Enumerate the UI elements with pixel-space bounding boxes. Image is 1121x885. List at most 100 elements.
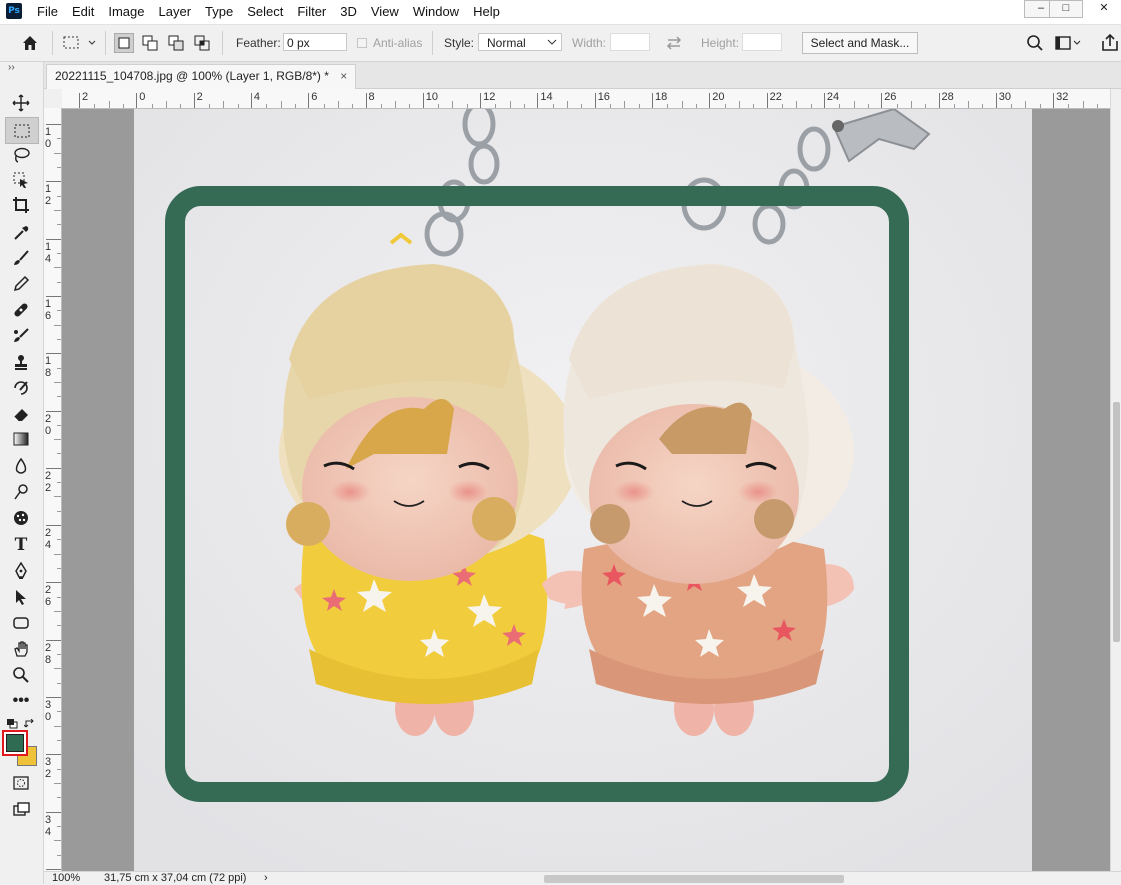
style-select[interactable]: Normal <box>478 33 562 51</box>
document-tab[interactable]: 20221115_104708.jpg @ 100% (Layer 1, RGB… <box>46 64 356 89</box>
move-icon[interactable] <box>9 92 33 114</box>
marquee-icon[interactable] <box>5 117 39 144</box>
menu-edit[interactable]: Edit <box>65 0 101 24</box>
quick-mask-icon[interactable] <box>9 772 33 794</box>
ruler-minor-tick <box>57 138 61 139</box>
swap-colors-icon[interactable] <box>24 718 36 728</box>
shape-icon[interactable] <box>9 612 33 634</box>
ruler-minor-tick <box>324 104 325 108</box>
eraser-icon[interactable] <box>9 403 33 425</box>
eyedropper-icon[interactable] <box>9 222 33 244</box>
object-select-icon[interactable] <box>9 169 33 191</box>
feather-input[interactable]: 0 px <box>283 33 347 51</box>
ruler-minor-tick <box>925 104 926 108</box>
menu-file[interactable]: File <box>30 0 65 24</box>
crop-icon[interactable] <box>9 194 33 216</box>
vertical-scrollbar[interactable] <box>1110 89 1121 871</box>
ruler-minor-tick <box>57 711 61 712</box>
ruler-corner[interactable] <box>44 89 63 109</box>
ruler-label: 20 <box>712 91 724 103</box>
ruler-minor-tick <box>57 453 61 454</box>
horizontal-ruler[interactable]: 20246810121416182022242628303234 <box>62 89 1110 109</box>
ruler-minor-tick <box>796 101 797 108</box>
close-window-button[interactable]: ✕ <box>1086 0 1121 18</box>
search-icon[interactable] <box>1026 34 1044 52</box>
intersect-selection-icon[interactable] <box>192 33 212 53</box>
menu-view[interactable]: View <box>364 0 406 24</box>
anti-alias-checkbox[interactable] <box>357 38 367 48</box>
ruler-minor-tick <box>682 101 683 108</box>
ruler-tick <box>709 93 710 108</box>
hand-icon[interactable] <box>9 638 33 660</box>
ruler-minor-tick <box>57 368 61 369</box>
menu-filter[interactable]: Filter <box>290 0 333 24</box>
home-icon[interactable] <box>20 33 40 53</box>
height-input[interactable] <box>742 33 782 51</box>
maximize-button[interactable]: □ <box>1049 0 1083 18</box>
photoshop-logo-icon: Ps <box>6 3 22 19</box>
document-image[interactable] <box>134 109 1032 871</box>
collapse-panel-icon[interactable]: ›› <box>8 62 15 73</box>
ruler-tick <box>46 181 61 182</box>
ruler-minor-tick <box>57 167 61 168</box>
subtract-from-selection-icon[interactable] <box>166 33 186 53</box>
ruler-minor-tick <box>452 101 453 108</box>
add-to-selection-icon[interactable] <box>140 33 160 53</box>
options-bar: Feather: 0 px Anti-alias Style: Normal W… <box>0 25 1121 62</box>
pencil-icon[interactable] <box>9 273 33 295</box>
ruler-minor-tick <box>467 104 468 108</box>
ruler-label: 28 <box>942 91 954 103</box>
menu-layer[interactable]: Layer <box>152 0 199 24</box>
marquee-preset-picker[interactable] <box>62 34 98 52</box>
gradient-icon[interactable] <box>9 428 33 450</box>
ruler-minor-tick <box>54 210 61 211</box>
ruler-tick <box>366 93 367 108</box>
horizontal-scroll-thumb[interactable] <box>544 875 844 883</box>
ruler-minor-tick <box>223 101 224 108</box>
share-icon[interactable] <box>1100 33 1120 53</box>
more-icon[interactable]: ••• <box>9 690 33 712</box>
menu-image[interactable]: Image <box>101 0 151 24</box>
ruler-label: 2 2 <box>45 470 55 494</box>
menu-window[interactable]: Window <box>406 0 466 24</box>
mixer-brush-icon[interactable] <box>9 325 33 347</box>
type-icon[interactable]: T <box>9 534 33 556</box>
width-input[interactable] <box>610 33 650 51</box>
ruler-minor-tick <box>57 253 61 254</box>
ruler-tick <box>480 93 481 108</box>
ruler-label: 1 4 <box>45 241 55 265</box>
zoom-level[interactable]: 100% <box>52 872 80 885</box>
dodge-icon[interactable] <box>9 481 33 503</box>
close-tab-icon[interactable]: × <box>340 69 347 83</box>
new-selection-icon[interactable] <box>114 33 134 53</box>
lasso-icon[interactable] <box>9 144 33 166</box>
menu-3d[interactable]: 3D <box>333 0 364 24</box>
ruler-minor-tick <box>57 196 61 197</box>
menu-type[interactable]: Type <box>198 0 240 24</box>
ruler-minor-tick <box>381 104 382 108</box>
workspace-icon[interactable] <box>1054 34 1082 52</box>
pen-icon[interactable] <box>9 560 33 582</box>
sponge-icon[interactable] <box>9 507 33 529</box>
ruler-minor-tick <box>57 539 61 540</box>
foreground-color-swatch[interactable] <box>2 730 28 756</box>
zoom-icon[interactable] <box>9 664 33 686</box>
swap-width-height-icon[interactable] <box>664 34 684 52</box>
vertical-ruler[interactable]: 1 01 21 41 61 82 02 22 42 62 83 03 23 43 <box>44 108 62 871</box>
history-brush-icon[interactable] <box>9 377 33 399</box>
path-select-icon[interactable] <box>9 586 33 608</box>
default-colors-icon[interactable] <box>6 718 18 728</box>
ruler-tick <box>194 93 195 108</box>
brush-icon[interactable] <box>9 247 33 269</box>
vertical-scroll-thumb[interactable] <box>1113 402 1120 642</box>
status-menu-arrow[interactable]: › <box>264 872 268 885</box>
screen-mode-icon[interactable] <box>9 798 33 820</box>
select-and-mask-button[interactable]: Select and Mask... <box>802 32 918 54</box>
clone-stamp-icon[interactable] <box>9 351 33 373</box>
menu-help[interactable]: Help <box>466 0 507 24</box>
canvas-area[interactable] <box>62 109 1110 871</box>
menu-select[interactable]: Select <box>240 0 290 24</box>
ruler-minor-tick <box>57 482 61 483</box>
healing-icon[interactable] <box>9 299 33 321</box>
blur-icon[interactable] <box>9 455 33 477</box>
